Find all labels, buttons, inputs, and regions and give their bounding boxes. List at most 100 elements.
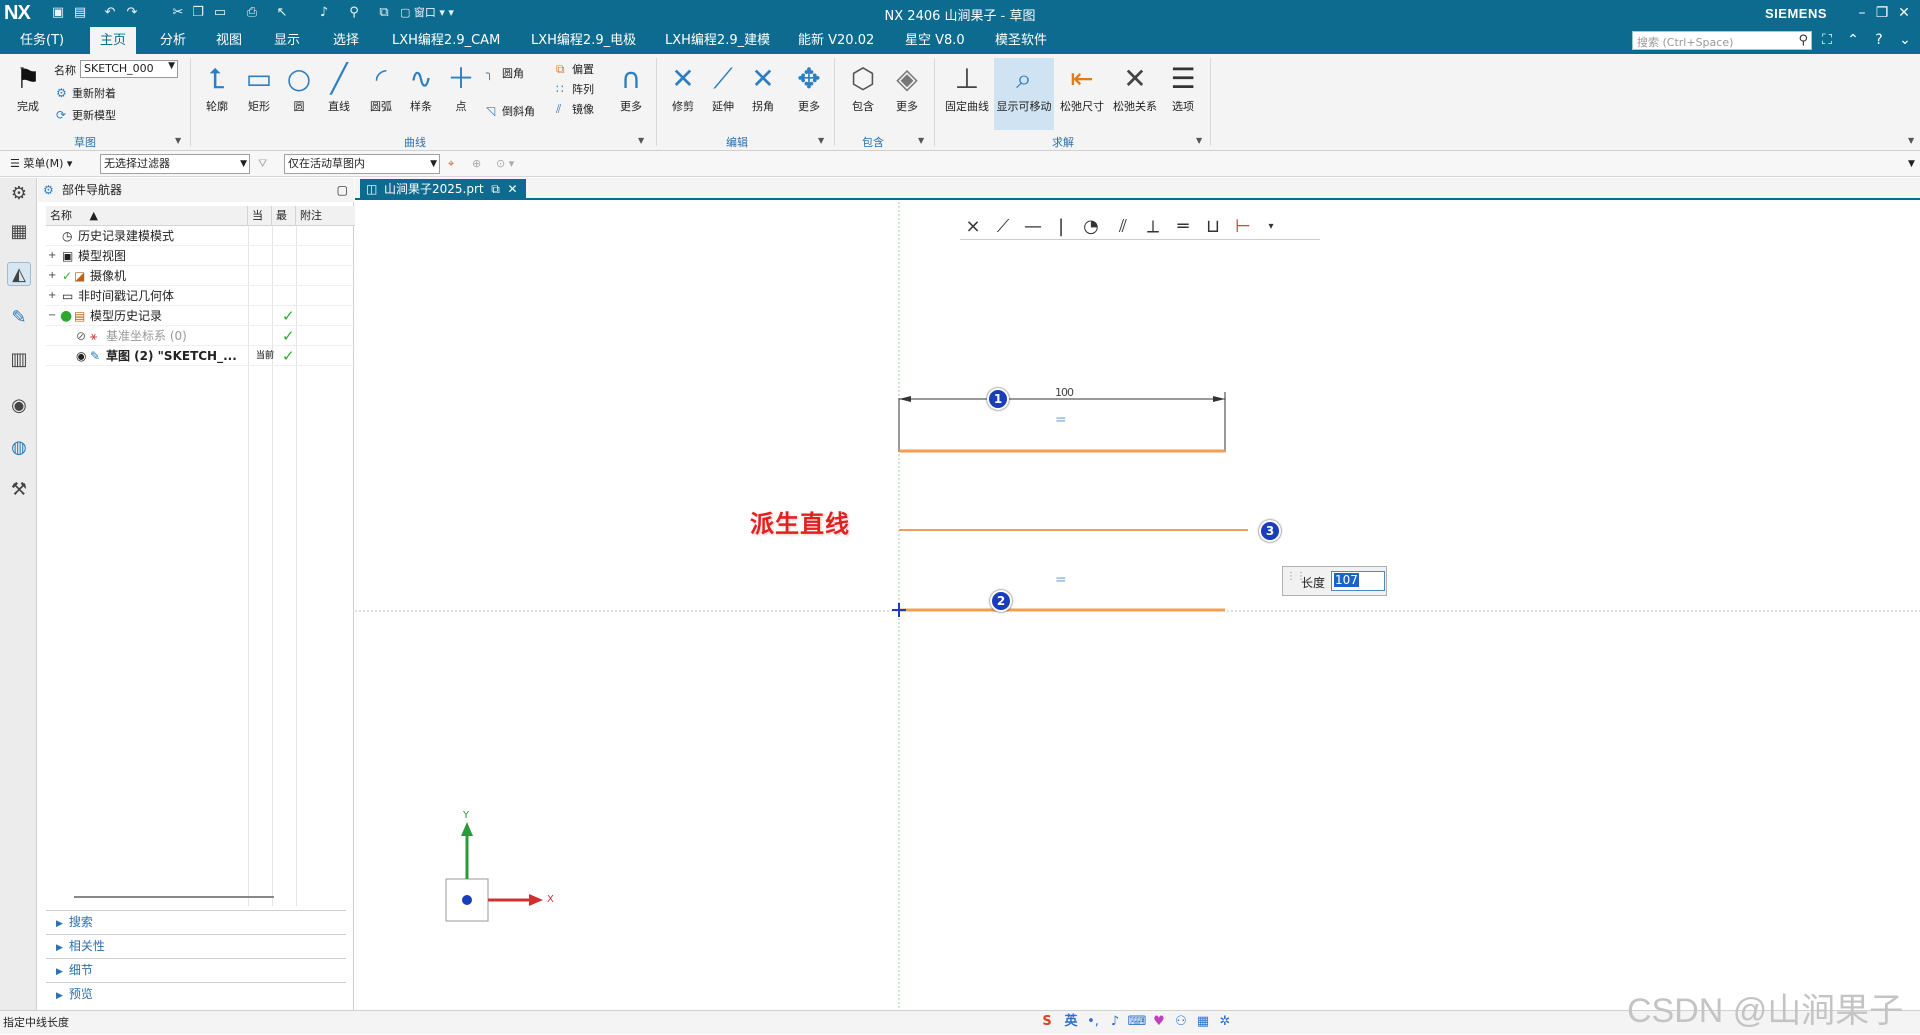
spline-button[interactable]: ∿ 样条 — [400, 58, 442, 130]
include-button[interactable]: ⬡ 包含 — [842, 58, 884, 130]
tab-lxh-modeling[interactable]: LXH编程2.9_建模 — [655, 27, 780, 54]
trim-button[interactable]: ✕ 修剪 — [662, 58, 704, 130]
section-dependencies[interactable]: ▶ 相关性 — [46, 934, 346, 956]
close-tab-icon[interactable]: ✕ — [504, 182, 517, 196]
equal-length-icon[interactable]: ═ — [1170, 216, 1196, 238]
tree-row-model-views[interactable]: + ▣ 模型视图 — [46, 246, 386, 266]
maximize-panel-icon[interactable]: ▢ — [337, 178, 348, 202]
relax-dimension-button[interactable]: ⇤ 松弛尺寸 — [1058, 58, 1106, 130]
horizontal-icon[interactable]: — — [1020, 216, 1046, 238]
window-menu[interactable]: ▢ 窗口 ▾ ▾ — [400, 5, 454, 21]
save-all-icon[interactable]: ▤ — [72, 5, 88, 21]
show-movable-button[interactable]: ⌕ 显示可移动 — [994, 58, 1054, 130]
select-arrow-icon[interactable]: ↖ — [274, 5, 290, 21]
web-browser-icon[interactable]: ◍ — [7, 436, 31, 460]
tab-lxh-electrode[interactable]: LXH编程2.9_电极 — [521, 27, 646, 54]
menu-button[interactable]: ☰ 菜单(M) ▾ — [10, 154, 72, 174]
tab-home[interactable]: 主页 — [90, 27, 137, 54]
ime-settings-icon[interactable]: ✲ — [1214, 1011, 1236, 1033]
rectangle-button[interactable]: ▭ 矩形 — [238, 58, 280, 130]
constraint-more-icon[interactable]: ▾ — [1258, 216, 1284, 238]
tab-nengxin[interactable]: 能新 V20.02 — [788, 27, 884, 54]
tab-mosheng[interactable]: 模圣软件 — [985, 27, 1057, 54]
group-expand-icon[interactable]: ▼ — [918, 136, 924, 145]
restore-button[interactable]: ❐ — [1872, 3, 1892, 23]
point-button[interactable]: ＋ 点 — [440, 58, 482, 130]
pattern-button[interactable]: ∷ 阵列 — [556, 80, 594, 98]
print-icon[interactable]: ⎙ — [244, 5, 260, 21]
coincident-icon[interactable]: ⨯ — [960, 216, 986, 238]
document-tab[interactable]: ◫ 山涧果子2025.prt ⧉ ✕ — [360, 179, 526, 200]
ime-mode[interactable]: 英 — [1060, 1011, 1082, 1033]
roles-tools-icon[interactable]: ⚒ — [7, 478, 31, 502]
dimension-value[interactable]: 100 — [1055, 386, 1074, 399]
group-expand-icon[interactable]: ▼ — [1196, 136, 1202, 145]
reuse-library-icon[interactable]: ▥ — [7, 348, 31, 372]
tab-task[interactable]: 任务(T) — [10, 27, 74, 54]
curve-more-button[interactable]: ∩ 更多 — [610, 58, 652, 130]
minimize-button[interactable]: – — [1852, 3, 1872, 23]
command-finder-icon[interactable]: ⚲ — [346, 5, 362, 21]
include-more-button[interactable]: ◈ 更多 — [886, 58, 928, 130]
tree-row-non-timestamp[interactable]: + ▭ 非时间戳记几何体 — [46, 286, 386, 306]
redo-icon[interactable]: ↷ — [124, 5, 140, 21]
tab-select[interactable]: 选择 — [323, 27, 369, 54]
tree-row-sketch[interactable]: ◉ ✎ 草图 (2) "SKETCH_... 当前 ✓ — [46, 346, 386, 366]
relax-relation-button[interactable]: ✕ 松弛关系 — [1110, 58, 1160, 130]
tab-lxh-cam[interactable]: LXH编程2.9_CAM — [382, 27, 510, 54]
profile-button[interactable]: ⮤ 轮廓 — [196, 58, 238, 130]
history-info-icon[interactable]: ◉ — [7, 394, 31, 418]
paste-icon[interactable]: ▭ — [212, 5, 228, 21]
save-icon[interactable]: ▣ — [50, 5, 66, 21]
filter-reset-icon[interactable]: ⛛ — [258, 154, 267, 174]
sketch-name-field[interactable]: SKETCH_000 ▼ — [80, 60, 178, 78]
tab-xingkong[interactable]: 星空 V8.0 — [895, 27, 975, 54]
midpoint-icon[interactable]: ⊔ — [1200, 216, 1226, 238]
hidden-eye-icon[interactable]: ⊘ — [76, 326, 86, 346]
navigator-h-scrollbar[interactable] — [54, 890, 338, 904]
keyboard-icon[interactable]: ⌨ — [1126, 1011, 1148, 1033]
solve-options-button[interactable]: ☰ 选项 — [1162, 58, 1204, 130]
scrollbar-thumb[interactable] — [74, 896, 274, 898]
parallel-icon[interactable]: ⫽ — [1110, 216, 1136, 238]
expand-toggle[interactable]: + — [48, 266, 58, 286]
close-button[interactable]: ✕ — [1894, 3, 1914, 23]
reattach-button[interactable]: ⚙ 重新附着 — [56, 84, 116, 102]
tree-row-cameras[interactable]: + ✓ ◪ 摄像机 — [46, 266, 386, 286]
ribbon-overflow-icon[interactable]: ▼ — [1908, 136, 1914, 145]
edit-more-button[interactable]: ✥ 更多 — [788, 58, 830, 130]
part-navigator-icon[interactable]: ◭ — [7, 262, 31, 286]
graphics-window[interactable]: ⨯ ⟋ — | ◔ ⫽ ⟂ ═ ⊔ ⊢ ▾ 100 = = 1 2 3 派生直线… — [355, 202, 1920, 1010]
tree-row-history-mode[interactable]: ◷ 历史记录建模模式 — [46, 226, 386, 246]
length-input[interactable]: 107 — [1331, 571, 1385, 591]
punctuation-icon[interactable]: •, — [1082, 1011, 1104, 1033]
finish-sketch-button[interactable]: ⚑ 完成 — [6, 58, 50, 130]
help-icon[interactable]: ? — [1870, 31, 1888, 49]
vertical-icon[interactable]: | — [1048, 216, 1074, 238]
selection-scope-dropdown[interactable]: 仅在活动草图内 ▼ — [284, 154, 440, 174]
mirror-button[interactable]: ⫽ 镜像 — [556, 100, 594, 118]
microphone-icon[interactable]: ♪ — [316, 5, 332, 21]
expand-toggle[interactable]: + — [48, 286, 58, 306]
expand-toggle[interactable]: + — [48, 246, 58, 266]
tree-row-model-history[interactable]: − ● ▤ 模型历史记录 ✓ — [46, 306, 386, 326]
visible-eye-icon[interactable]: ◉ — [76, 346, 86, 366]
tab-display[interactable]: 显示 — [264, 27, 310, 54]
game-icon[interactable]: ⚇ — [1170, 1011, 1192, 1033]
column-header-latest[interactable]: 最 — [272, 206, 296, 226]
section-preview[interactable]: ▶ 预览 — [46, 982, 346, 1004]
cut-icon[interactable]: ✂ — [170, 5, 186, 21]
arc-button[interactable]: ◜ 圆弧 — [360, 58, 402, 130]
expand-toggle[interactable]: − — [48, 306, 58, 326]
snap-toggle-icon[interactable]: ⊕ — [472, 154, 481, 174]
group-expand-icon[interactable]: ▼ — [175, 136, 181, 145]
tangent-icon[interactable]: ◔ — [1078, 216, 1104, 238]
corner-button[interactable]: ✕ 拐角 — [742, 58, 784, 130]
collapse-ribbon-icon[interactable]: ⌃ — [1844, 31, 1862, 49]
section-search[interactable]: ▶ 搜索 — [46, 910, 346, 932]
undo-icon[interactable]: ↶ — [102, 5, 118, 21]
extend-button[interactable]: ⟋ 延伸 — [702, 58, 744, 130]
column-header-notes[interactable]: 附注 — [296, 206, 346, 226]
fix-curve-button[interactable]: ⊥ 固定曲线 — [942, 58, 992, 130]
selbar-overflow-icon[interactable]: ▼ — [1908, 154, 1915, 174]
